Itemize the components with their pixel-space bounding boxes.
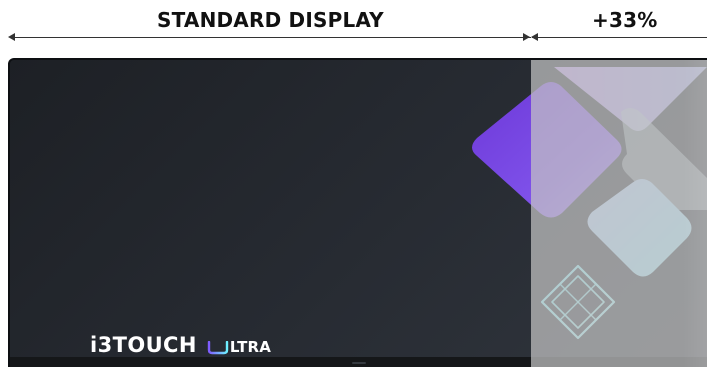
standard-display-dimension-line	[10, 37, 531, 38]
right-edge-highlight	[683, 60, 707, 367]
ultra-logo: LTRA	[207, 340, 271, 355]
ultra-text: LTRA	[229, 338, 272, 356]
extra-width-label: +33%	[592, 8, 658, 32]
display-bottom-notch	[352, 362, 366, 364]
arrow-icon	[523, 33, 530, 41]
brand-logo: i3TOUCH LTRA	[90, 335, 271, 356]
display-comparison-stage: STANDARD DISPLAY +33% i3TOUCH LTRA	[0, 0, 707, 367]
ultra-u-icon	[207, 341, 229, 355]
standard-display-label: STANDARD DISPLAY	[157, 8, 384, 32]
extra-width-overlay	[531, 60, 707, 367]
extra-width-dimension-line	[532, 37, 707, 38]
brand-name: i3TOUCH	[90, 333, 197, 357]
arrow-icon	[531, 33, 538, 41]
arrow-icon	[8, 33, 15, 41]
